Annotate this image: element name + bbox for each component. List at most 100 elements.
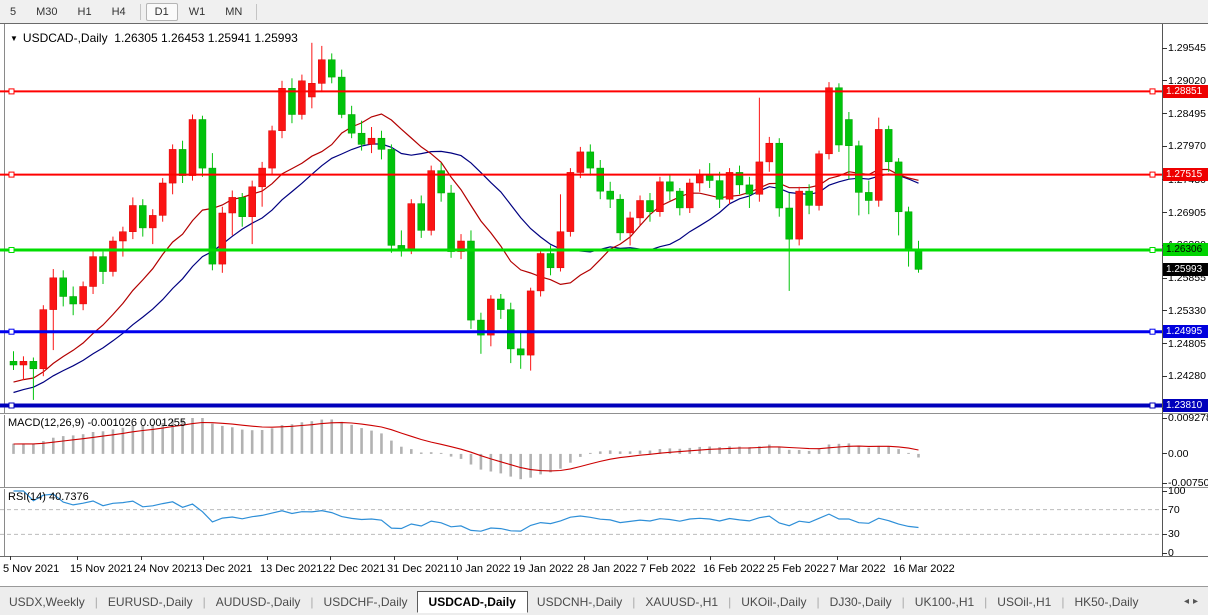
timeframe-toolbar: 5 M30 H1 H4 D1 W1 MN bbox=[0, 0, 1208, 24]
toolbar-separator bbox=[256, 3, 258, 20]
candle bbox=[487, 298, 495, 336]
tab-usdx-weekly[interactable]: USDX,Weekly bbox=[0, 592, 94, 612]
hline-handle[interactable] bbox=[1149, 88, 1156, 95]
date-label: 16 Mar 2022 bbox=[893, 563, 955, 575]
chart-ohlc-values: 1.26305 1.26453 1.25941 1.25993 bbox=[114, 31, 298, 45]
rsi-tick-mark bbox=[1162, 552, 1167, 554]
price-tick-mark bbox=[1162, 375, 1167, 377]
hline-handle[interactable] bbox=[8, 328, 15, 335]
date-tick-mark bbox=[457, 556, 458, 560]
timeframe-button-m30[interactable]: M30 bbox=[27, 3, 66, 21]
candlestick-chart[interactable] bbox=[0, 26, 1162, 413]
timeframe-button-h4[interactable]: H4 bbox=[103, 3, 135, 21]
price-level-badge: 1.27515 bbox=[1163, 168, 1208, 182]
price-level-badge: 1.23810 bbox=[1163, 399, 1208, 413]
tab-scroll-left-icon[interactable]: ◂ bbox=[1184, 596, 1193, 607]
candle bbox=[59, 277, 67, 297]
candle bbox=[337, 76, 346, 115]
candle bbox=[258, 167, 266, 188]
candle bbox=[99, 256, 107, 272]
candle bbox=[586, 151, 595, 169]
candle bbox=[536, 253, 545, 292]
candle bbox=[715, 180, 724, 200]
tab-usoil-h1[interactable]: USOil-,H1 bbox=[988, 592, 1060, 612]
date-axis-separator bbox=[0, 556, 1208, 557]
candle bbox=[566, 172, 575, 232]
price-level-badge: 1.26306 bbox=[1163, 243, 1208, 257]
timeframe-button-w1[interactable]: W1 bbox=[180, 3, 215, 21]
tab-xauusd-h1[interactable]: XAUUSD-,H1 bbox=[636, 592, 727, 612]
candle bbox=[298, 80, 306, 115]
date-tick-mark bbox=[141, 556, 142, 560]
candle bbox=[745, 184, 754, 195]
tab-usdcnh-daily[interactable]: USDCNH-,Daily bbox=[528, 592, 631, 612]
price-tick-mark bbox=[1162, 145, 1167, 147]
macd-signal-line bbox=[13, 421, 919, 472]
candle bbox=[427, 170, 435, 231]
timeframe-button-d1[interactable]: D1 bbox=[145, 2, 178, 21]
candle bbox=[318, 59, 326, 84]
candle bbox=[725, 172, 734, 200]
date-label: 28 Jan 2022 bbox=[577, 563, 638, 575]
date-tick-mark bbox=[330, 556, 331, 560]
candle bbox=[765, 142, 774, 163]
tab-ukoil-daily[interactable]: UKOil-,Daily bbox=[732, 592, 815, 612]
candle bbox=[228, 197, 237, 214]
hline-handle[interactable] bbox=[8, 171, 15, 178]
date-label: 10 Jan 2022 bbox=[450, 563, 511, 575]
tab-uk100-h1[interactable]: UK100-,H1 bbox=[906, 592, 983, 612]
hline-handle[interactable] bbox=[8, 88, 15, 95]
rsi-tick-label: 70 bbox=[1168, 503, 1180, 516]
date-label: 15 Nov 2021 bbox=[70, 563, 133, 575]
rsi-tick-mark bbox=[1162, 509, 1167, 511]
rsi-tick-label: 0 bbox=[1168, 547, 1174, 559]
tab-dj30-daily[interactable]: DJ30-,Daily bbox=[821, 592, 901, 612]
tab-usdcad-daily[interactable]: USDCAD-,Daily bbox=[416, 590, 528, 613]
candle bbox=[695, 174, 704, 184]
macd-tick-label: 0.009278 bbox=[1168, 412, 1208, 424]
candle bbox=[19, 361, 28, 366]
price-level-badge: 1.24995 bbox=[1163, 325, 1208, 339]
tab-hk50-daily[interactable]: HK50-,Daily bbox=[1065, 592, 1147, 612]
date-label: 19 Jan 2022 bbox=[513, 563, 574, 575]
candle bbox=[198, 119, 207, 169]
chart-frame-top bbox=[0, 23, 1208, 24]
hline-handle[interactable] bbox=[1149, 247, 1156, 253]
candle bbox=[626, 217, 634, 234]
trading-terminal: 5 M30 H1 H4 D1 W1 MN ▼ USDCAD-,Daily 1.26305 1.… bbox=[0, 0, 1208, 615]
candle bbox=[755, 161, 764, 195]
tab-scroll-right-icon[interactable]: ▸ bbox=[1193, 596, 1202, 607]
timeframe-button-h1[interactable]: H1 bbox=[69, 3, 101, 21]
rsi-label: RSI(14) 40.7376 bbox=[8, 491, 89, 503]
chart-title: ▼ USDCAD-,Daily 1.26305 1.26453 1.25941 1… bbox=[10, 31, 298, 45]
hline-handle[interactable] bbox=[1149, 402, 1156, 409]
timeframe-button-5[interactable]: 5 bbox=[1, 3, 25, 21]
tab-audusd-daily[interactable]: AUDUSD-,Daily bbox=[207, 592, 310, 612]
price-axis-line bbox=[1162, 24, 1163, 556]
hline-handle[interactable] bbox=[1149, 171, 1156, 178]
date-tick-mark bbox=[203, 556, 204, 560]
date-label: 22 Dec 2021 bbox=[323, 563, 386, 575]
timeframe-button-mn[interactable]: MN bbox=[216, 3, 251, 21]
tab-eurusd-daily[interactable]: EURUSD-,Daily bbox=[99, 592, 202, 612]
price-tick-mark bbox=[1162, 310, 1167, 312]
hline-handle[interactable] bbox=[8, 247, 15, 253]
tab-usdchf-daily[interactable]: USDCHF-,Daily bbox=[315, 592, 417, 612]
candle bbox=[546, 253, 555, 269]
chart-dropdown-icon[interactable]: ▼ bbox=[10, 34, 18, 43]
hline-handle[interactable] bbox=[1149, 328, 1156, 335]
date-label: 5 Nov 2021 bbox=[3, 563, 60, 575]
price-tick-mark bbox=[1162, 113, 1167, 115]
macd-tick-label: 0.00 bbox=[1168, 447, 1189, 460]
candle bbox=[109, 240, 117, 272]
rsi-tick-label: 100 bbox=[1168, 485, 1186, 497]
toolbar-separator bbox=[139, 3, 141, 20]
date-label: 25 Feb 2022 bbox=[767, 563, 829, 575]
candle bbox=[616, 198, 624, 234]
panel-separator-highlight bbox=[0, 414, 1208, 415]
rsi-panel-chart[interactable] bbox=[0, 489, 1162, 556]
date-tick-mark bbox=[710, 556, 711, 560]
hline-handle[interactable] bbox=[8, 402, 15, 409]
candle bbox=[218, 212, 227, 265]
candle bbox=[795, 190, 803, 240]
